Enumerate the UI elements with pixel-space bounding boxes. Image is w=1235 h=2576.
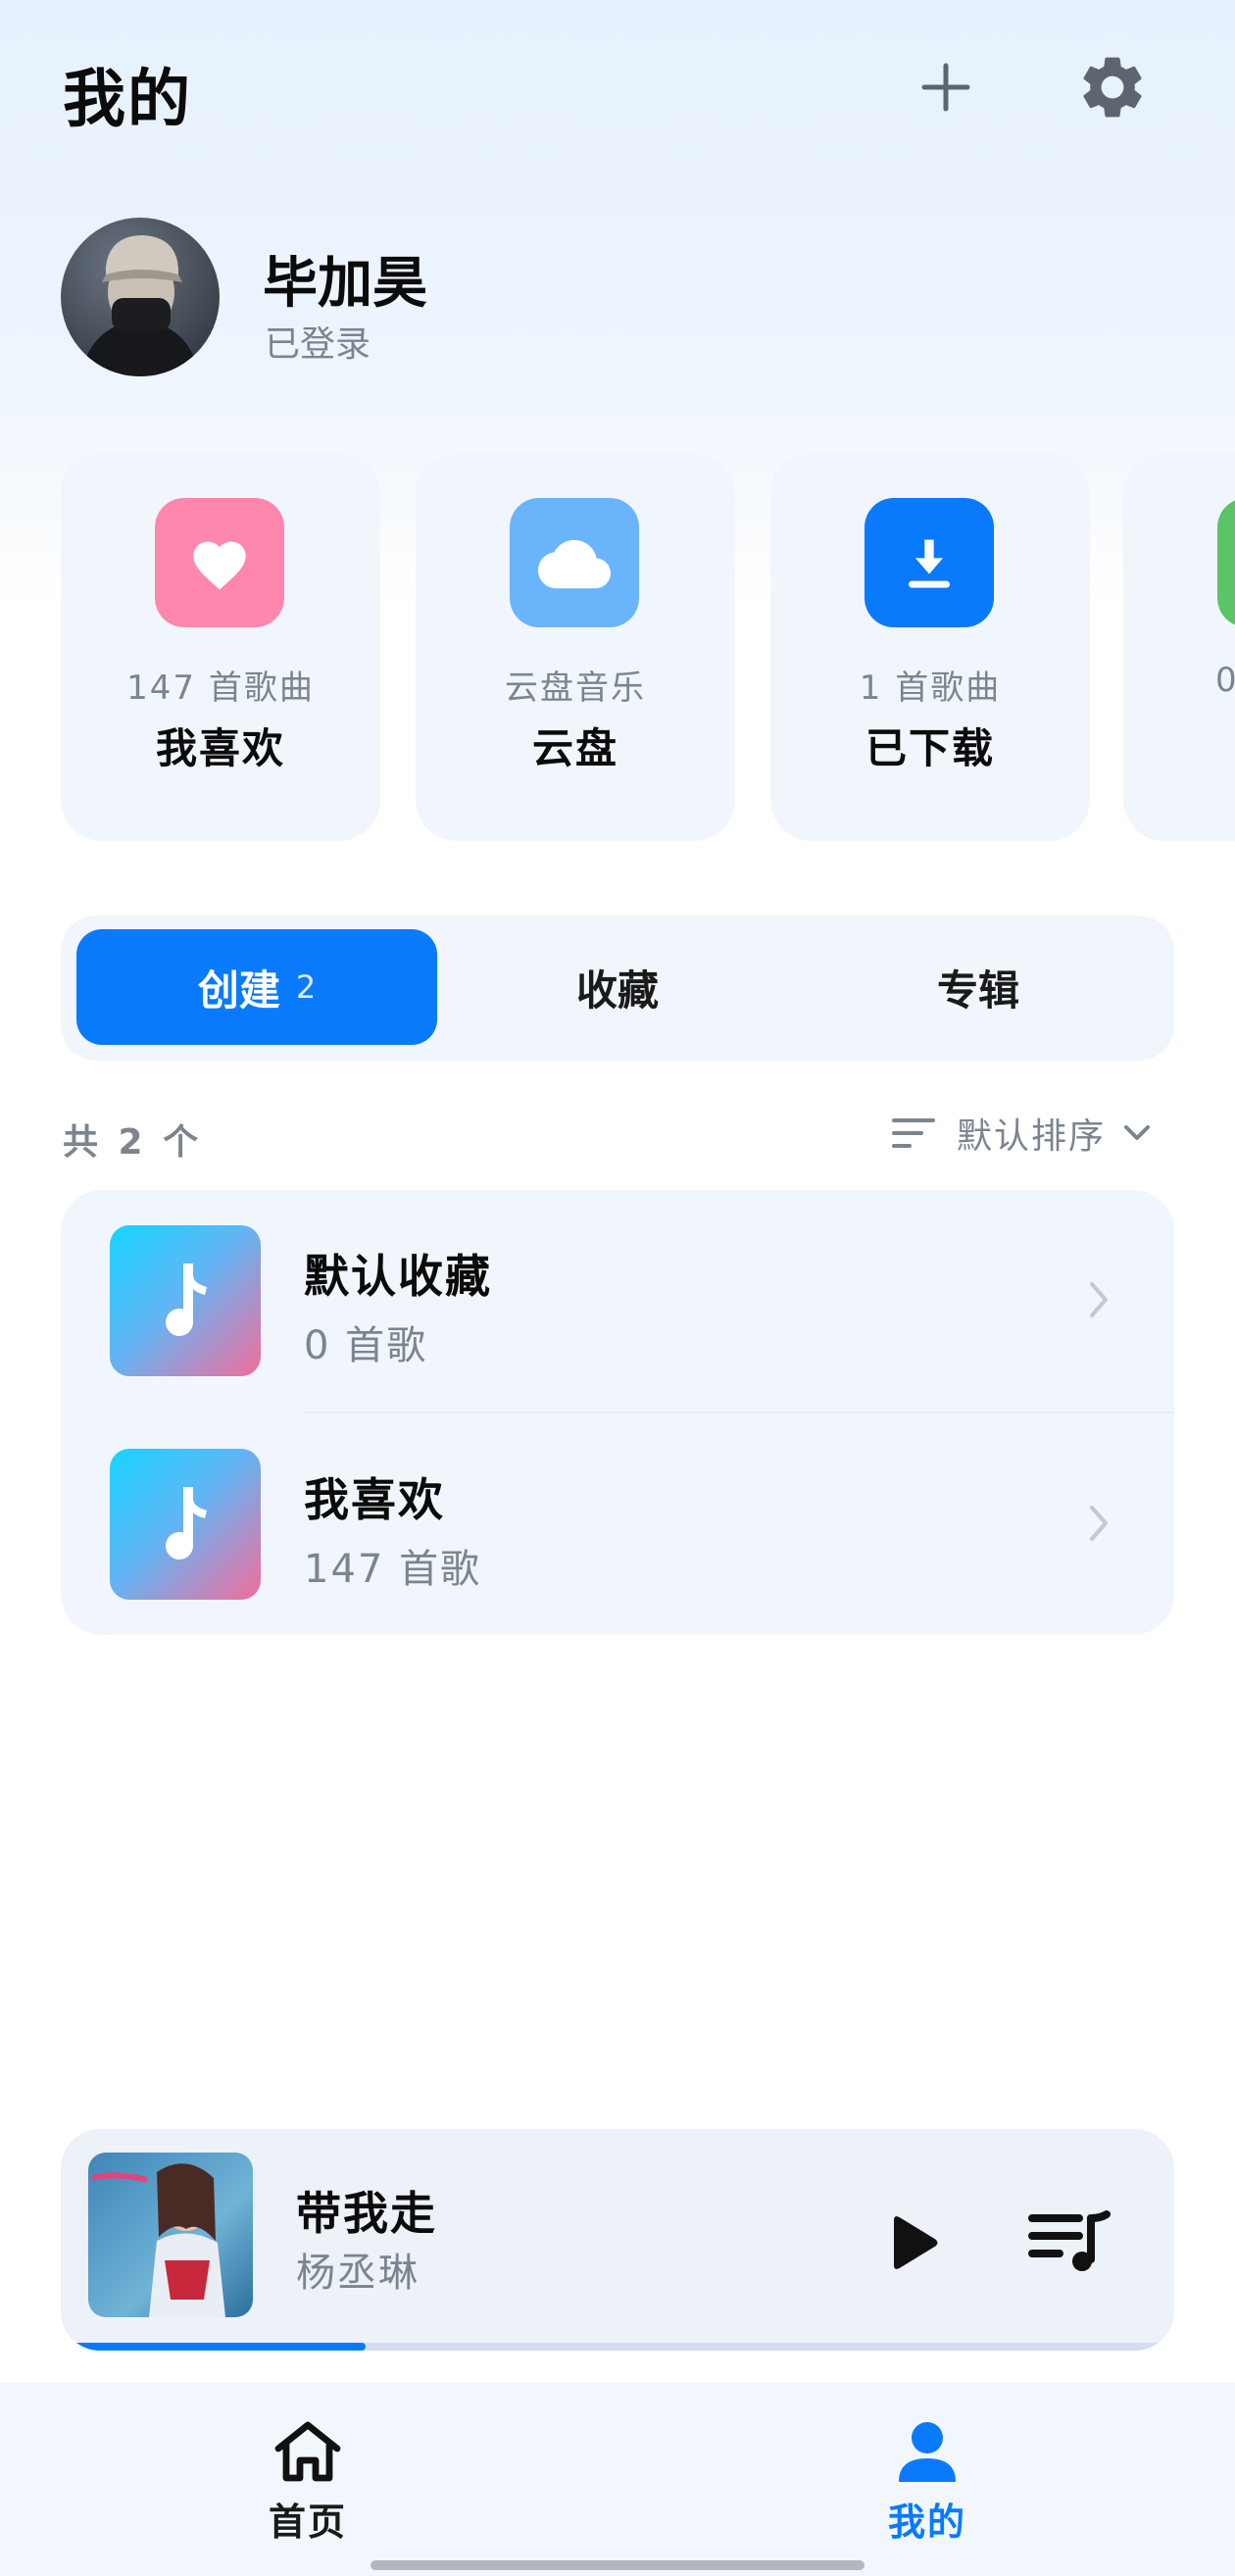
quick-card-subtitle: 147 首歌曲 <box>126 669 315 708</box>
sort-icon <box>892 1118 935 1148</box>
cloud-icon <box>510 498 639 627</box>
playlist-list: 默认收藏 0 首歌 我喜欢 147 首歌 <box>61 1190 1174 1635</box>
quick-card-title: 已下载 <box>864 724 995 772</box>
download-icon <box>864 498 994 627</box>
chevron-right-icon <box>1090 1506 1108 1541</box>
tab-label: 创建 <box>197 966 280 1015</box>
quick-card-subtitle: 1 首歌曲 <box>859 669 1002 708</box>
plus-icon <box>921 63 970 112</box>
sort-label: 默认排序 <box>957 1116 1107 1157</box>
mini-player[interactable]: 带我走 杨丞琳 <box>61 2129 1174 2351</box>
playlist-cover <box>110 1225 261 1376</box>
quick-card-title: 云盘 <box>531 724 618 772</box>
quick-card-liked[interactable]: 147 首歌曲 我喜欢 <box>61 453 380 841</box>
list-item[interactable]: 默认收藏 0 首歌 <box>61 1190 1174 1413</box>
tab-albums[interactable]: 专辑 <box>798 929 1159 1045</box>
tab-label: 专辑 <box>936 966 1019 1015</box>
album-cover <box>88 2153 253 2317</box>
user-name[interactable]: 毕加昊 <box>263 239 427 319</box>
play-button[interactable] <box>864 2194 963 2292</box>
list-item[interactable]: 我喜欢 147 首歌 <box>61 1413 1174 1635</box>
playlist-cover <box>110 1449 261 1600</box>
quick-card-partial[interactable]: 0 <box>1123 453 1235 841</box>
quick-card-title: 我喜欢 <box>155 724 285 772</box>
playlist-queue-button[interactable] <box>1015 2194 1123 2292</box>
quick-access-cards: 147 首歌曲 我喜欢 云盘音乐 云盘 1 首歌曲 已下载 0 <box>0 453 1235 845</box>
nav-item-home[interactable]: 首页 <box>200 2419 416 2546</box>
tab-collected[interactable]: 收藏 <box>437 929 798 1045</box>
home-indicator <box>370 2560 864 2570</box>
playlist-count: 共 2 个 <box>63 1122 203 1163</box>
tab-count: 2 <box>295 968 317 1006</box>
quick-card-downloaded[interactable]: 1 首歌曲 已下载 <box>770 453 1090 841</box>
avatar[interactable] <box>61 218 220 376</box>
tab-created[interactable]: 创建 2 <box>76 929 437 1045</box>
playlist-song-count: 147 首歌 <box>304 1547 482 1592</box>
user-icon <box>899 2422 956 2482</box>
heart-icon <box>155 498 284 627</box>
quick-card-subtitle: 云盘音乐 <box>505 669 646 708</box>
nav-label: 我的 <box>887 2501 966 2544</box>
partial-card-icon <box>1217 498 1235 627</box>
playlist-song-count: 0 首歌 <box>304 1323 428 1368</box>
gear-icon <box>1083 57 1142 118</box>
queue-icon <box>1028 2210 1111 2271</box>
nav-label: 首页 <box>268 2501 347 2544</box>
page-title: 我的 <box>63 64 192 136</box>
playback-progress[interactable] <box>71 2343 1164 2351</box>
playlist-tabs: 创建 2 收藏 专辑 <box>61 916 1174 1061</box>
settings-button[interactable] <box>1068 43 1157 131</box>
tab-label: 收藏 <box>575 966 659 1015</box>
login-status: 已登录 <box>265 324 371 365</box>
playback-progress-fill <box>71 2343 367 2351</box>
nav-item-mine[interactable]: 我的 <box>819 2419 1035 2546</box>
add-button[interactable] <box>902 43 990 131</box>
track-title: 带我走 <box>296 2187 437 2240</box>
music-note-icon <box>166 1487 207 1560</box>
home-icon <box>274 2421 341 2482</box>
quick-card-subtitle: 0 <box>1215 661 1235 700</box>
chevron-down-icon <box>1124 1125 1151 1140</box>
playlist-title: 我喜欢 <box>304 1473 445 1526</box>
bottom-nav: 首页 我的 <box>0 2382 1235 2576</box>
playlist-title: 默认收藏 <box>304 1250 492 1303</box>
track-artist: 杨丞琳 <box>296 2251 420 2296</box>
music-note-icon <box>166 1263 207 1337</box>
sort-button[interactable]: 默认排序 <box>892 1104 1151 1163</box>
chevron-right-icon <box>1090 1282 1108 1317</box>
play-icon <box>894 2216 938 2269</box>
quick-card-cloud[interactable]: 云盘音乐 云盘 <box>416 453 735 841</box>
